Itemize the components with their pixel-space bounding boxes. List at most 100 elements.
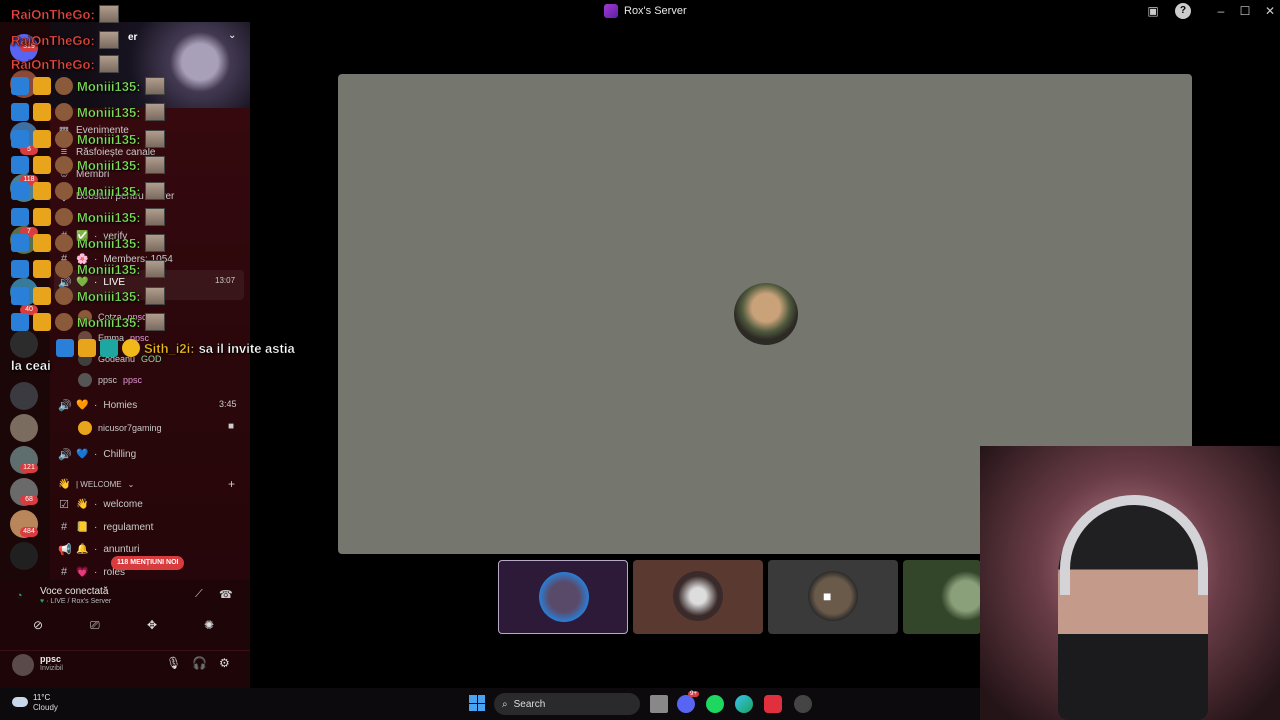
help-icon[interactable]: ? (1175, 3, 1191, 19)
inbox-icon[interactable]: ▣ (1145, 3, 1161, 19)
taskbar-search[interactable]: ⌕ Search (494, 693, 640, 715)
moderator-badge (11, 260, 29, 278)
chat-message-continuation: la ceai (11, 358, 51, 373)
avatar (55, 208, 73, 226)
emote-icon (144, 287, 165, 305)
task-view-icon[interactable] (650, 695, 668, 713)
voice-channel-homies[interactable]: 🔊 🧡 · Homies (58, 399, 137, 412)
chat-text: sa il invite astia (198, 340, 295, 356)
soundboard-icon[interactable]: ✺ (204, 618, 214, 632)
participant-tile[interactable]: ■ (768, 560, 898, 634)
activities-icon[interactable]: ✥ (147, 618, 157, 632)
voice-timer: 3:45 (219, 399, 237, 409)
chat-username: Moniii135: (77, 235, 141, 251)
channel-emoji: 👋 (76, 499, 89, 510)
video-icon: ■ (228, 421, 235, 432)
chat-username: Moniii135: (77, 131, 141, 147)
voice-panel: ◔ Voce conectată ♥ · LIVE / Rox's Server… (0, 580, 250, 688)
announcement-icon: 📢 (58, 544, 72, 556)
chat-message: RaiOnTheGo: (11, 31, 119, 49)
vip-badge (33, 313, 51, 331)
voice-channel-chilling[interactable]: 🔊 💙 · Chilling (58, 448, 136, 461)
close-button[interactable]: ✕ (1262, 3, 1278, 19)
unread-badge: 121 (20, 463, 38, 473)
spotify-icon[interactable] (706, 695, 724, 713)
voice-member[interactable]: ppsc ppsc (78, 373, 142, 387)
emote-icon (144, 260, 165, 278)
new-mentions-badge[interactable]: 118 MENȚIUNI NOI (111, 556, 185, 570)
server-name-fragment: er (128, 32, 138, 43)
microphone-icon[interactable]: 🎙 (166, 656, 181, 670)
chat-username: Moniii135: (77, 183, 141, 199)
voice-member[interactable]: nicusor7gaming (78, 421, 162, 435)
server-icon-w2g[interactable] (10, 382, 38, 410)
emote-icon (144, 156, 165, 174)
discord-icon[interactable] (677, 695, 695, 713)
channel-name: regulament (103, 521, 154, 533)
chevron-down-icon[interactable]: ⌄ (228, 30, 236, 41)
moderator-badge (11, 103, 29, 121)
sub-badge (100, 339, 118, 357)
chat-username: Moniii135: (77, 78, 141, 94)
emote-icon (144, 234, 165, 252)
moderator-badge (11, 130, 29, 148)
speaker-avatar[interactable] (734, 283, 798, 345)
noise-suppression-icon[interactable]: ⟋ (195, 588, 203, 601)
chat-message: Moniii135: (11, 234, 165, 252)
taskbar (0, 688, 980, 720)
avatar[interactable] (12, 654, 34, 676)
disconnect-icon[interactable]: ☎ (219, 588, 233, 601)
participant-tile[interactable] (633, 560, 763, 634)
gear-icon[interactable]: ⚙ (219, 656, 230, 670)
voice-location-text: LIVE / Rox's Server (50, 598, 112, 605)
server-icon[interactable] (10, 414, 38, 442)
maximize-button[interactable]: ☐ (1237, 3, 1253, 19)
server-icon[interactable] (10, 542, 38, 570)
server-icon[interactable] (10, 330, 38, 358)
emote-icon (98, 31, 119, 49)
minimize-button[interactable]: – (1213, 3, 1229, 19)
chat-username: Moniii135: (77, 209, 141, 225)
app-icon[interactable] (764, 695, 782, 713)
voice-location[interactable]: ♥ · LIVE / Rox's Server (40, 598, 111, 605)
chat-message: Moniii135: (11, 130, 165, 148)
divider (0, 650, 250, 651)
chat-message: Moniii135: (11, 287, 165, 305)
speaker-icon: 🔊 (58, 400, 72, 412)
chat-message: RaiOnTheGo: (11, 5, 119, 23)
chat-username: Moniii135: (77, 157, 141, 173)
username: ppsc (40, 654, 62, 664)
windows-start-icon[interactable] (469, 695, 485, 711)
channel-emoji: 💗 (76, 566, 89, 578)
emote-icon (144, 130, 165, 148)
tier-badge (122, 339, 140, 357)
avatar (55, 130, 73, 148)
edge-icon[interactable] (735, 695, 753, 713)
channel-regulament[interactable]: # 📒 · regulament (58, 521, 153, 533)
avatar (55, 313, 73, 331)
channel-welcome[interactable]: ☑ 👋 · welcome (58, 498, 143, 511)
chat-message: Moniii135: (11, 103, 165, 121)
channel-name: Chilling (103, 449, 137, 460)
obs-icon[interactable] (794, 695, 812, 713)
window-title-text: Rox's Server (624, 5, 687, 17)
avatar (55, 77, 73, 95)
channel-emoji: 🔔 (76, 544, 89, 555)
signal-icon: ◔ (16, 590, 23, 602)
speaker-icon: 🔊 (58, 449, 72, 461)
emote-icon (144, 77, 165, 95)
headphones-icon[interactable]: 🎧 (192, 656, 207, 670)
vip-badge (33, 77, 51, 95)
add-channel-icon[interactable]: + (228, 477, 235, 491)
weather-temp[interactable]: 11°C (33, 693, 50, 702)
search-icon: ⌕ (502, 698, 508, 710)
participant-tile[interactable] (498, 560, 628, 634)
category-welcome[interactable]: 👋 | WELCOME ⌄ (58, 479, 134, 490)
camera-off-icon[interactable]: ⊘ (33, 618, 43, 632)
screen-share-icon[interactable]: ⎚ (90, 618, 100, 633)
participant-tile[interactable] (903, 560, 991, 634)
voice-timer: 13:07 (215, 276, 236, 285)
chevron-down-icon: ⌄ (127, 480, 135, 489)
channel-anunturi[interactable]: 📢 🔔 · anunturi (58, 543, 139, 556)
moderator-badge (11, 313, 29, 331)
